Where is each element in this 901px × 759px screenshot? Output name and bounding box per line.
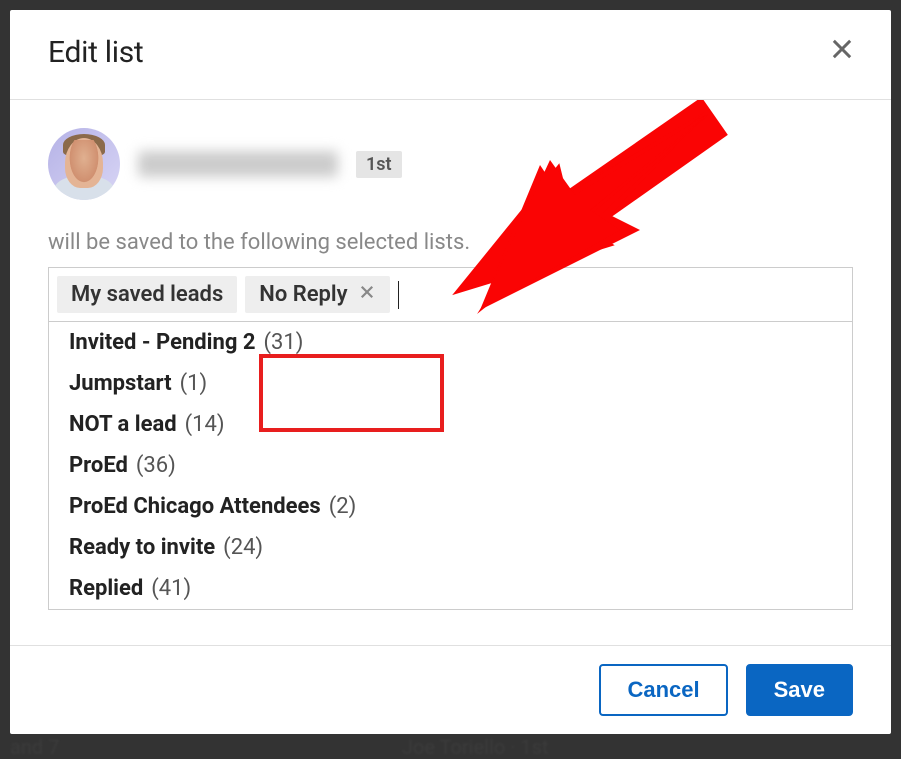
list-item[interactable]: Ready to invite (24)	[49, 527, 852, 568]
list-item-name: Jumpstart	[69, 371, 172, 396]
list-item-count: (24)	[223, 535, 263, 560]
list-item[interactable]: Invited - Pending 2 (31)	[49, 322, 852, 363]
background-blur: and 7 Joe Toriello · 1st	[0, 735, 901, 759]
close-icon[interactable]	[358, 283, 376, 306]
list-item-name: ProEd	[69, 453, 128, 478]
modal-footer: Cancel Save	[10, 645, 891, 734]
list-item-count: (36)	[136, 453, 176, 478]
list-item-count: (31)	[264, 330, 304, 355]
text-cursor	[398, 281, 399, 309]
list-item[interactable]: ProEd Chicago Attendees (2)	[49, 486, 852, 527]
list-item[interactable]: NOT a lead (14)	[49, 404, 852, 445]
chip-my-saved-leads[interactable]: My saved leads	[57, 276, 237, 313]
close-icon[interactable]	[823, 30, 861, 74]
list-item-count: (2)	[329, 494, 357, 519]
list-item-name: NOT a lead	[69, 412, 177, 437]
chip-no-reply[interactable]: No Reply	[245, 276, 389, 313]
list-item-name: ProEd Chicago Attendees	[69, 494, 321, 519]
list-item-name: Replied	[69, 576, 143, 601]
modal-body: 1st will be saved to the following selec…	[10, 100, 891, 645]
list-item[interactable]: Replied (41)	[49, 568, 852, 609]
chip-label: My saved leads	[71, 282, 223, 307]
list-item[interactable]: Jumpstart (1)	[49, 363, 852, 404]
profile-row: 1st	[48, 128, 853, 200]
save-button[interactable]: Save	[746, 664, 853, 716]
avatar	[48, 128, 120, 200]
helper-text: will be saved to the following selected …	[48, 230, 853, 255]
list-item-name: Invited - Pending 2	[69, 330, 256, 355]
list-options-dropdown: Invited - Pending 2 (31) Jumpstart (1) N…	[48, 322, 853, 610]
connection-degree-badge: 1st	[356, 151, 402, 178]
list-item-name: Ready to invite	[69, 535, 215, 560]
modal-title: Edit list	[48, 35, 143, 70]
list-item[interactable]: ProEd (36)	[49, 445, 852, 486]
list-item-count: (14)	[185, 412, 225, 437]
chip-label: No Reply	[259, 282, 347, 307]
selected-lists-input[interactable]: My saved leads No Reply	[48, 267, 853, 322]
edit-list-modal: Edit list 1st will be saved to the follo…	[10, 10, 891, 734]
list-item-count: (41)	[151, 576, 191, 601]
profile-name-redacted	[138, 151, 338, 177]
modal-header: Edit list	[10, 10, 891, 100]
list-item-count: (1)	[180, 371, 208, 396]
cancel-button[interactable]: Cancel	[599, 664, 727, 716]
